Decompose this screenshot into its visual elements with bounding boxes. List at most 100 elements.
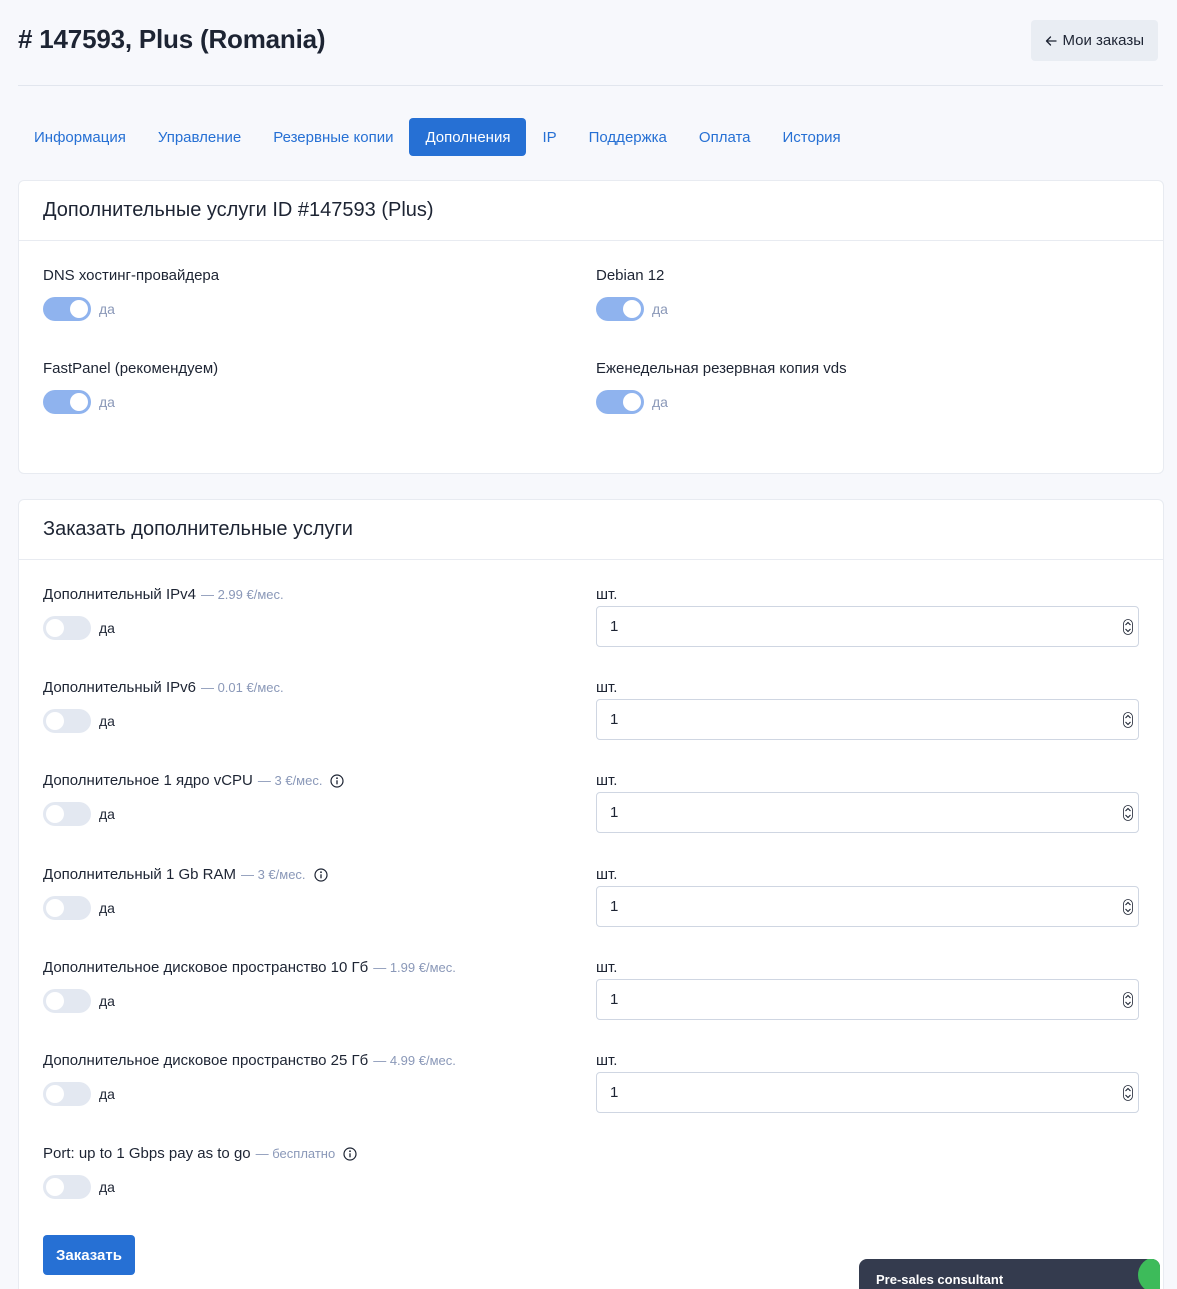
addon-ipv4: Дополнительный IPv4 — 2.99 €/мес. да [43,586,284,640]
presales-chat-widget[interactable]: Pre-sales consultant [859,1259,1160,1289]
addon-price: — бесплатно [255,1146,336,1161]
quantity-value: 1 [610,898,619,915]
toggle-label: да [652,394,668,410]
quantity-value: 1 [610,1084,619,1101]
addon-toggle[interactable] [43,896,91,920]
quantity-label: шт. [596,772,618,789]
info-icon[interactable] [313,867,328,882]
page-title: # 147593, Plus (Romania) [18,24,326,54]
toggle-label: да [99,301,115,317]
order-button[interactable]: Заказать [43,1235,135,1275]
header-divider [18,85,1163,86]
order-services-title: Заказать дополнительные услуги [19,500,1163,560]
addon-label: Дополнительный IPv6 [43,679,196,696]
tab-support[interactable]: Поддержка [573,118,683,156]
service-panel: FastPanel (рекомендуем) да [43,360,219,414]
addon-vcpu-quantity: шт. 1 [596,772,1139,833]
tab-backups[interactable]: Резервные копии [257,118,409,156]
my-orders-label: Мои заказы [1062,32,1145,49]
quantity-input[interactable]: 1 [596,792,1139,833]
service-toggle[interactable] [596,297,644,321]
service-toggle[interactable] [43,390,91,414]
quantity-value: 1 [610,804,619,821]
addon-label: Дополнительное дисковое пространство 10 … [43,959,369,976]
spinner-arrows-icon[interactable] [1123,712,1133,728]
addon-toggle[interactable] [43,1175,91,1199]
service-label: DNS хостинг-провайдера [43,267,220,284]
my-orders-button[interactable]: Мои заказы [1030,20,1158,61]
quantity-value: 1 [610,991,619,1008]
addon-disk-25: Дополнительное дисковое пространство 25 … [43,1052,456,1106]
arrow-left-icon [1045,35,1057,46]
quantity-input[interactable]: 1 [596,886,1139,927]
addon-label: Дополнительный IPv4 [43,586,196,603]
toggle-label: да [99,1179,115,1195]
toggle-label: да [99,394,115,410]
service-label: Debian 12 [596,267,665,284]
quantity-value: 1 [610,618,619,635]
current-services-title: Дополнительные услуги ID #147593 (Plus) [19,181,1163,241]
addon-toggle[interactable] [43,709,91,733]
spinner-arrows-icon[interactable] [1123,805,1133,821]
quantity-input[interactable]: 1 [596,1072,1139,1113]
addon-toggle[interactable] [43,1082,91,1106]
presales-label: Pre-sales consultant [876,1272,1004,1287]
service-toggle[interactable] [43,297,91,321]
addon-ipv6: Дополнительный IPv6 — 0.01 €/мес. да [43,679,284,733]
tab-payment[interactable]: Оплата [683,118,767,156]
spinner-arrows-icon[interactable] [1123,619,1133,635]
addon-price: — 4.99 €/мес. [373,1053,456,1068]
quantity-input[interactable]: 1 [596,699,1139,740]
quantity-label: шт. [596,679,618,696]
spinner-arrows-icon[interactable] [1123,899,1133,915]
toggle-label: да [99,1086,115,1102]
toggle-label: да [652,301,668,317]
addon-price: — 3 €/мес. [240,867,306,882]
quantity-label: шт. [596,586,618,603]
current-services-card: Дополнительные услуги ID #147593 (Plus) … [18,180,1164,474]
toggle-label: да [99,993,115,1009]
toggle-label: да [99,713,115,729]
info-icon[interactable] [343,1146,357,1161]
service-dns: DNS хостинг-провайдера да [43,267,220,321]
toggle-label: да [99,806,115,822]
tab-ip[interactable]: IP [526,118,572,156]
addon-ipv6-quantity: шт. 1 [596,679,1139,740]
info-icon[interactable] [330,773,345,788]
service-toggle[interactable] [596,390,644,414]
toggle-label: да [99,900,115,916]
spinner-arrows-icon[interactable] [1123,1085,1133,1101]
online-status-dot [1138,1259,1160,1289]
addon-vcpu: Дополнительное 1 ядро vCPU — 3 €/мес. да [43,772,345,826]
page-header: # 147593, Plus (Romania) Мои заказы [18,20,1158,62]
addon-disk-25-quantity: шт. 1 [596,1052,1139,1113]
quantity-value: 1 [610,711,619,728]
tab-info[interactable]: Информация [18,118,142,156]
addon-price: — 0.01 €/мес. [200,680,284,695]
addon-price: — 3 €/мес. [257,773,323,788]
quantity-input[interactable]: 1 [596,606,1139,647]
quantity-label: шт. [596,959,618,976]
addon-label: Дополнительное 1 ядро vCPU [43,772,253,789]
addon-disk-10-quantity: шт. 1 [596,959,1139,1020]
addon-toggle[interactable] [43,802,91,826]
addon-label: Дополнительное дисковое пространство 25 … [43,1052,369,1069]
tab-management[interactable]: Управление [142,118,257,156]
quantity-input[interactable]: 1 [596,979,1139,1020]
tab-history[interactable]: История [767,118,857,156]
quantity-label: шт. [596,1052,618,1069]
quantity-label: шт. [596,866,618,883]
addon-price: — 2.99 €/мес. [200,587,284,602]
addon-toggle[interactable] [43,989,91,1013]
toggle-label: да [99,620,115,636]
service-os: Debian 12 да [596,267,668,321]
addon-price: — 1.99 €/мес. [373,960,456,975]
addon-label: Port: up to 1 Gbps pay as to go [43,1145,251,1162]
tab-addons[interactable]: Дополнения [409,118,527,156]
addon-toggle[interactable] [43,616,91,640]
spinner-arrows-icon[interactable] [1123,992,1133,1008]
service-label: FastPanel (рекомендуем) [43,360,219,377]
service-label: Еженедельная резервная копия vds [596,360,847,377]
addon-port: Port: up to 1 Gbps pay as to go — беспла… [43,1145,357,1199]
addon-ram-quantity: шт. 1 [596,866,1139,927]
